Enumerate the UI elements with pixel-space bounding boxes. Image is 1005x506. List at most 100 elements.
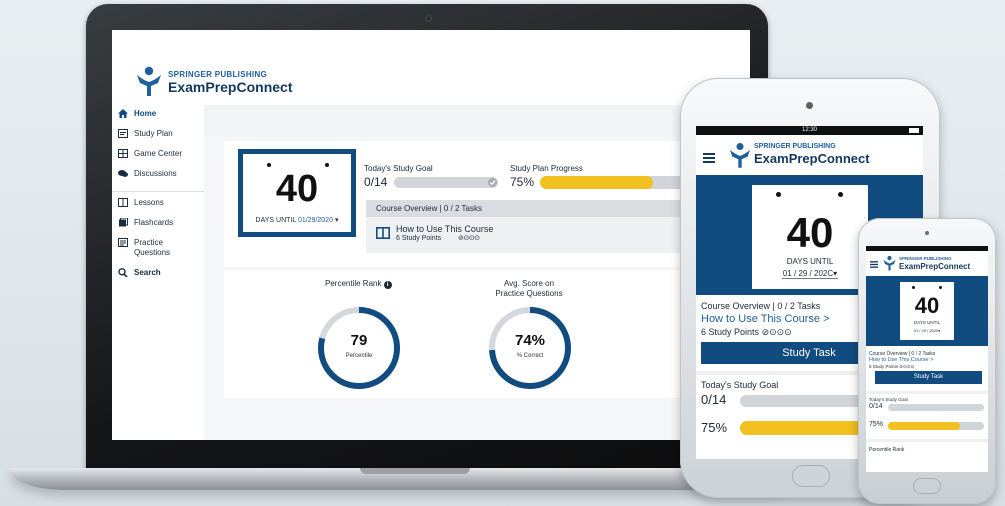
study-goal-title: Today's Study Goal <box>869 397 908 402</box>
brand-publisher: SPRINGER PUBLISHING <box>754 143 836 150</box>
laptop-camera <box>425 15 432 22</box>
countdown-date-selector[interactable]: 01 / 29 / 202C▾ <box>782 269 838 279</box>
checklist-icon <box>118 238 128 247</box>
calendar-icon <box>118 129 128 138</box>
springer-logo-icon <box>729 142 751 168</box>
study-goal-bar <box>394 177 498 188</box>
phone-course-card: Course Overview | 0 / 2 Tasks How to Use… <box>866 346 988 391</box>
sidebar-divider <box>112 191 204 192</box>
plan-progress-bar <box>540 176 690 189</box>
countdown-label: DAYS UNTIL <box>913 320 941 325</box>
info-icon[interactable]: i <box>383 281 392 289</box>
sidebar: Home Study Plan Game Center Discussions … <box>112 105 204 440</box>
phone-section-divider <box>866 439 988 442</box>
calendar-ring-right <box>838 192 843 197</box>
lesson-title[interactable]: How to Use This Course > <box>869 357 933 363</box>
plan-progress-value: 75% <box>510 175 535 189</box>
brand-name[interactable]: ExamPrepConnect <box>168 79 292 95</box>
calendar-ring-right <box>939 286 942 289</box>
lesson-study-points: 6 Study Points ⊘⊙⊙⊙ <box>869 364 914 370</box>
sidebar-item-practice-questions[interactable]: Practice Questions <box>112 238 204 268</box>
sidebar-item-game-center[interactable]: Game Center <box>112 149 204 169</box>
study-goal-value: 0/14 <box>869 403 883 410</box>
search-icon <box>118 268 128 277</box>
countdown-number: 40 <box>275 168 319 210</box>
study-points-text: 6 Study Points <box>869 364 899 369</box>
study-task-button[interactable]: Study Task <box>875 371 982 384</box>
percentile-caption: Percentile <box>345 353 373 359</box>
study-points-text: 6 Study Points <box>701 327 760 337</box>
check-icon <box>488 178 497 187</box>
brand-publisher: SPRINGER PUBLISHING <box>168 70 268 79</box>
brand-name-part1: ExamPrep <box>754 151 818 166</box>
lesson-study-points: 6 Study Points ⊘⊙⊙⊙ <box>701 327 792 338</box>
percentile-title-text: Percentile Rank <box>325 279 382 288</box>
brand-name: ExamPrepConnect <box>754 151 870 166</box>
sidebar-item-label-line2: Questions <box>134 248 171 257</box>
plan-progress-fill <box>888 422 960 430</box>
sidebar-item-lessons[interactable]: Lessons <box>112 198 204 218</box>
countdown-number: 40 <box>786 209 834 256</box>
open-book-icon <box>118 198 128 207</box>
tablet-home-button[interactable] <box>792 465 830 487</box>
avg-score-title: Avg. Score on Practice Questions <box>474 279 584 299</box>
home-icon <box>118 109 128 118</box>
avg-title-line2: Practice Questions <box>495 289 563 298</box>
countdown-date-selector[interactable]: 01 / 29 / 2020▾ <box>900 328 954 333</box>
countdown-date-selector[interactable]: DAYS UNTIL 01/29/2020 ▾ <box>243 216 351 224</box>
sidebar-item-label: Lessons <box>134 198 164 207</box>
calendar-ring-left <box>912 286 915 289</box>
caret-down-icon: ▾ <box>938 328 941 333</box>
tablet-header: SPRINGER PUBLISHING ExamPrepConnect <box>696 135 923 175</box>
sidebar-item-label: Game Center <box>134 149 183 158</box>
sidebar-item-label-line1: Practice <box>134 238 163 247</box>
calendar-ring-right <box>325 163 329 167</box>
phone-camera <box>925 231 929 235</box>
plan-progress-fill <box>540 176 653 189</box>
percentile-title: Percentile Rank i <box>325 279 392 289</box>
caret-down-icon: ▾ <box>334 217 339 224</box>
flashcards-icon <box>119 218 128 227</box>
calendar-ring-left <box>776 192 781 197</box>
app-header: SPRINGER PUBLISHING ExamPrepConnect <box>112 30 750 105</box>
phone-section-divider <box>866 391 988 394</box>
countdown-inner: 40 DAYS UNTIL 01/29/2020 ▾ <box>243 154 351 232</box>
study-goal-bar <box>888 404 984 411</box>
springer-logo-icon <box>137 66 161 96</box>
phone-hero: 40 DAYS UNTIL 01 / 29 / 2020▾ Course Ove… <box>866 276 988 391</box>
sidebar-item-label: Search <box>134 268 161 277</box>
plan-progress-value: 75% <box>701 420 728 435</box>
caret-down-icon: ▾ <box>833 269 838 278</box>
sidebar-item-discussions[interactable]: Discussions <box>112 169 204 189</box>
study-point-circles-icon: ⊘⊙⊙⊙ <box>899 364 915 369</box>
phone-countdown-card: 40 DAYS UNTIL 01 / 29 / 2020▾ <box>900 282 954 340</box>
countdown-date: 01/29/2020 <box>297 217 333 224</box>
phone-screen: SPRINGER PUBLISHING ExamPrepConnect 40 D… <box>866 246 988 472</box>
sidebar-item-flashcards[interactable]: Flashcards <box>112 218 204 238</box>
plan-progress-bar <box>888 422 984 430</box>
avg-score-caption: % Correct <box>516 353 544 359</box>
lesson-title[interactable]: How to Use This Course > <box>701 313 830 325</box>
sidebar-item-home[interactable]: Home <box>112 109 204 129</box>
brand-name-part2: Connect <box>236 79 293 95</box>
study-point-circles-icon: ⊘⊙⊙⊙ <box>761 327 792 337</box>
battery-icon <box>909 128 919 133</box>
percentile-value: 79 <box>350 332 368 349</box>
sidebar-item-study-plan[interactable]: Study Plan <box>112 129 204 149</box>
study-point-circles-icon: ⊘⊙⊙⊙ <box>458 235 480 242</box>
plan-progress-fill <box>740 421 878 435</box>
brand-publisher: SPRINGER PUBLISHING <box>899 256 952 261</box>
plan-progress-title: Study Plan Progress <box>510 164 583 173</box>
countdown-label: DAYS UNTIL <box>786 257 834 266</box>
course-overview-text: Course Overview | 0 / 2 Tasks <box>701 301 821 311</box>
phone-home-button[interactable] <box>913 478 941 494</box>
main-top-band <box>204 105 750 136</box>
sidebar-item-label: Home <box>134 109 157 118</box>
sidebar-item-label: Study Plan <box>134 129 173 138</box>
hamburger-menu-icon[interactable] <box>703 153 715 163</box>
hamburger-menu-icon[interactable] <box>870 261 878 268</box>
countdown-label: DAYS UNTIL <box>255 217 296 224</box>
avg-score-value: 74% <box>514 332 546 349</box>
sidebar-item-search[interactable]: Search <box>112 268 204 288</box>
study-goal-value: 0/14 <box>364 175 388 189</box>
